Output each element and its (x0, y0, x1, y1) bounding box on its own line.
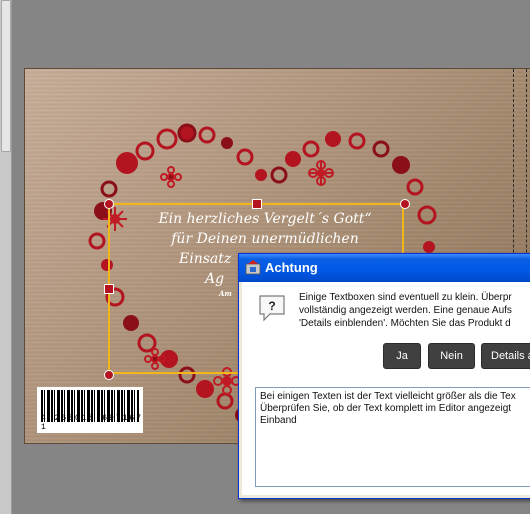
warning-dialog: Achtung ? Einige Textboxen sind eventuel… (238, 253, 530, 499)
no-button[interactable]: Nein (428, 343, 475, 369)
resize-handle[interactable] (104, 284, 114, 294)
resize-handle[interactable] (252, 199, 262, 209)
resize-handle[interactable] (104, 199, 114, 209)
details-line: Einband (260, 415, 297, 426)
scrollbar-thumb[interactable] (1, 0, 11, 152)
dialog-body: ? Einige Textboxen sind eventuell zu kle… (242, 282, 530, 495)
barcode-number: 4 260018 697167 1 (41, 414, 144, 432)
svg-text:?: ? (268, 299, 275, 313)
yes-button[interactable]: Ja (383, 343, 421, 369)
dialog-message-line: 'Details einblenden'. Möchten Sie das Pr… (299, 318, 511, 329)
dialog-message-line: vollständig angezeigt werden. Eine genau… (299, 305, 512, 316)
vertical-scrollbar[interactable] (0, 0, 12, 514)
cover-text-line: für Deinen unermüdlichen (171, 231, 359, 247)
dialog-message: Einige Textboxen sind eventuell zu klein… (299, 291, 530, 330)
dialog-message-line: Einige Textboxen sind eventuell zu klein… (299, 292, 512, 303)
resize-handle[interactable] (400, 199, 410, 209)
app-icon (245, 260, 261, 275)
resize-handle[interactable] (104, 370, 114, 380)
cover-text-line: Ein herzliches Vergelt´s Gott“ (158, 211, 372, 227)
details-textarea[interactable]: Bei einigen Texten ist der Text vielleic… (255, 387, 530, 487)
dialog-title: Achtung (265, 260, 318, 275)
details-line: Überprüfen Sie, ob der Text komplett im … (260, 403, 512, 414)
question-icon: ? (259, 295, 285, 322)
dialog-titlebar[interactable]: Achtung (239, 254, 530, 282)
show-details-button[interactable]: Details a (481, 343, 530, 369)
details-line: Bei einigen Texten ist der Text vielleic… (260, 391, 516, 402)
barcode: 4 260018 697167 1 (37, 387, 143, 433)
